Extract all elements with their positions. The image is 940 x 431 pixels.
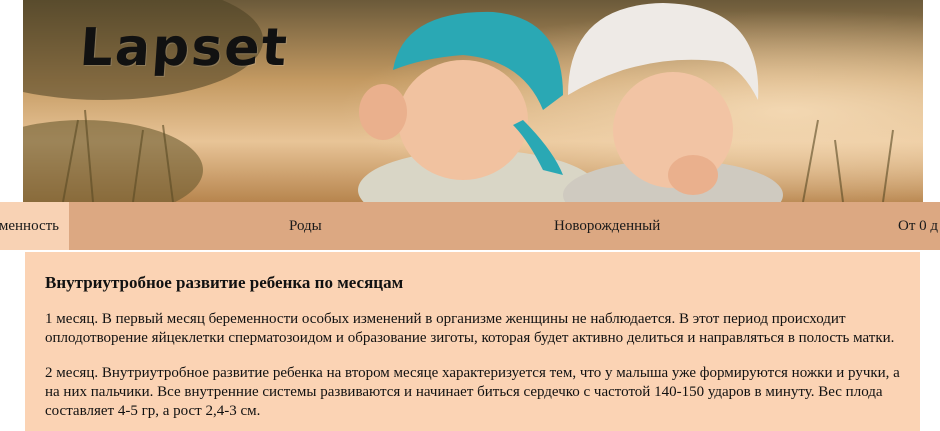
nav-item-from-zero[interactable]: От 0 д xyxy=(898,202,938,250)
nav-item-newborn[interactable]: Новорожденный xyxy=(554,202,660,250)
article-content: Внутриутробное развитие ребенка по месяц… xyxy=(25,252,920,431)
article-paragraph-month-2: 2 месяц. Внутриутробное развитие ребенка… xyxy=(45,365,900,419)
article-paragraph-month-1: 1 месяц. В первый месяц беременности осо… xyxy=(45,311,895,346)
page: Lapset менность Роды Новорожденный От 0 … xyxy=(0,0,940,431)
nav-item-birth[interactable]: Роды xyxy=(289,202,322,250)
main-nav: менность Роды Новорожденный От 0 д xyxy=(0,202,940,250)
header-banner: Lapset xyxy=(23,0,923,202)
nav-item-pregnancy-label: менность xyxy=(0,218,59,234)
article-title: Внутриутробное развитие ребенка по месяц… xyxy=(45,273,404,292)
site-logo[interactable]: Lapset xyxy=(78,18,291,78)
nav-item-pregnancy[interactable]: менность xyxy=(0,202,69,250)
